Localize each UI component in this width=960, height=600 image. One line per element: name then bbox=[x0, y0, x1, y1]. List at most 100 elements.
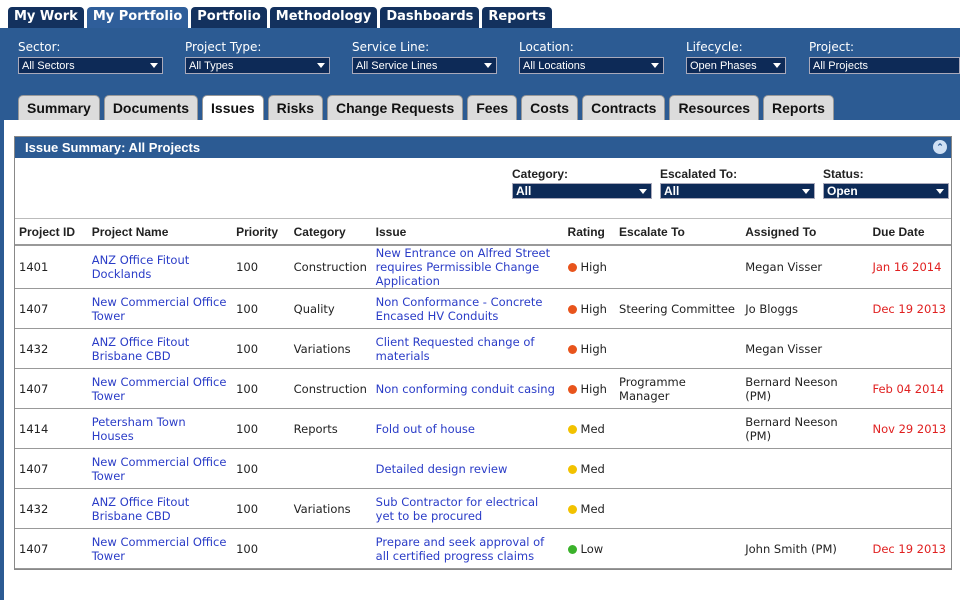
tab-documents[interactable]: Documents bbox=[103, 95, 199, 120]
dropdown-arrow-icon bbox=[639, 189, 647, 194]
issue-link[interactable]: Non conforming conduit casing bbox=[371, 368, 564, 409]
project-type-select[interactable]: All Types bbox=[185, 57, 330, 74]
due-date bbox=[868, 488, 951, 529]
table-row[interactable]: 1407 New Commercial Office Tower 100 Prepar… bbox=[15, 528, 951, 569]
col-header[interactable]: Project Name bbox=[87, 218, 233, 246]
category: Quality bbox=[289, 288, 372, 329]
project-name-link[interactable]: ANZ Office Fitout Brisbane CBD bbox=[87, 488, 233, 529]
service-line-label: Service Line: bbox=[352, 40, 430, 54]
tab-fees[interactable]: Fees bbox=[467, 95, 518, 120]
category: Construction bbox=[289, 368, 372, 409]
status-label: Status: bbox=[823, 167, 864, 181]
escalate-to bbox=[615, 488, 742, 529]
tab-issues[interactable]: Issues bbox=[202, 95, 264, 120]
tab-resources[interactable]: Resources bbox=[669, 95, 760, 120]
category-select[interactable]: All bbox=[512, 183, 652, 199]
project-id: 1414 bbox=[15, 408, 88, 449]
rating: Med bbox=[563, 408, 616, 449]
escalate-to bbox=[615, 408, 742, 449]
col-header[interactable]: Category bbox=[289, 218, 372, 246]
status-filter: Status: Open bbox=[823, 167, 949, 199]
project-id: 1432 bbox=[15, 328, 88, 369]
panel-header: Issue Summary: All Projects ⌃ bbox=[15, 137, 951, 158]
project-id: 1407 bbox=[15, 288, 88, 329]
rating-label: High bbox=[580, 381, 607, 396]
due-date: Dec 19 2013 bbox=[868, 528, 951, 569]
project-id: 1432 bbox=[15, 488, 88, 529]
dropdown-arrow-icon bbox=[651, 63, 659, 68]
issue-link[interactable]: Non Conformance - Concrete Encased HV Co… bbox=[371, 288, 564, 329]
issue-link[interactable]: Detailed design review bbox=[371, 448, 564, 489]
project-id: 1407 bbox=[15, 448, 88, 489]
col-header[interactable]: Assigned To bbox=[741, 218, 869, 246]
rating: Low bbox=[563, 528, 616, 569]
escalate-to bbox=[615, 448, 742, 489]
escalate-to: Steering Committee bbox=[615, 288, 742, 329]
rating: High bbox=[563, 288, 616, 329]
location-filter: Location: All Locations bbox=[519, 40, 664, 74]
table-row[interactable]: 1414 Petersham Town Houses 100 Reports Fold … bbox=[15, 408, 951, 449]
tab-risks[interactable]: Risks bbox=[267, 95, 323, 120]
project-select[interactable]: All Projects bbox=[809, 57, 960, 74]
col-header[interactable]: Priority bbox=[232, 218, 290, 246]
assigned-to: Bernard Neeson (PM) bbox=[741, 368, 869, 409]
tab-change-requests[interactable]: Change Requests bbox=[327, 95, 464, 120]
category: Variations bbox=[289, 328, 372, 369]
table-header-row: Project ID Project Name Priority Categor… bbox=[15, 218, 951, 246]
table-row[interactable]: 1407 New Commercial Office Tower 100 Detail… bbox=[15, 448, 951, 489]
col-header[interactable]: Escalate To bbox=[615, 218, 742, 246]
location-select[interactable]: All Locations bbox=[519, 57, 664, 74]
project-type-label: Project Type: bbox=[185, 40, 262, 54]
issue-link[interactable]: Client Requested change of materials bbox=[371, 328, 564, 369]
col-header[interactable]: Issue bbox=[371, 218, 564, 246]
due-date bbox=[868, 328, 951, 369]
service-line-filter: Service Line: All Service Lines bbox=[352, 40, 497, 74]
col-header[interactable]: Project ID bbox=[15, 218, 88, 246]
table-row[interactable]: 1432 ANZ Office Fitout Brisbane CBD 100 Var… bbox=[15, 328, 951, 369]
project-name-link[interactable]: New Commercial Office Tower bbox=[87, 528, 233, 569]
rating-dot-icon bbox=[567, 304, 577, 314]
nav-tab-my-portfolio[interactable]: My Portfolio bbox=[86, 7, 189, 28]
project-id: 1407 bbox=[15, 528, 88, 569]
project-name-link[interactable]: Petersham Town Houses bbox=[87, 408, 233, 449]
due-date: Dec 19 2013 bbox=[868, 288, 951, 329]
project-name-link[interactable]: ANZ Office Fitout Brisbane CBD bbox=[87, 328, 233, 369]
tab-reports[interactable]: Reports bbox=[763, 95, 834, 120]
sector-select[interactable]: All Sectors bbox=[18, 57, 163, 74]
project-name-link[interactable]: New Commercial Office Tower bbox=[87, 368, 233, 409]
sector-filter: Sector: All Sectors bbox=[18, 40, 163, 74]
service-line-select[interactable]: All Service Lines bbox=[352, 57, 497, 74]
collapse-icon[interactable]: ⌃ bbox=[933, 140, 947, 154]
tab-costs[interactable]: Costs bbox=[521, 95, 579, 120]
escalated-to-label: Escalated To: bbox=[660, 167, 738, 181]
table-row[interactable]: 1407 New Commercial Office Tower 100 Qualit… bbox=[15, 288, 951, 329]
nav-tab-methodology[interactable]: Methodology bbox=[269, 7, 378, 28]
project-name-link[interactable]: ANZ Office Fitout Docklands bbox=[87, 245, 233, 289]
issue-link[interactable]: Prepare and seek approval of all certifi… bbox=[371, 528, 564, 569]
table-row[interactable]: 1407 New Commercial Office Tower 100 Constr… bbox=[15, 368, 951, 409]
table-row[interactable]: 1432 ANZ Office Fitout Brisbane CBD 100 Var… bbox=[15, 488, 951, 529]
issue-link[interactable]: Sub Contractor for electrical yet to be … bbox=[371, 488, 564, 529]
nav-tab-my-work[interactable]: My Work bbox=[8, 7, 84, 28]
tab-contracts[interactable]: Contracts bbox=[582, 95, 666, 120]
escalated-to-select[interactable]: All bbox=[660, 183, 815, 199]
issue-link[interactable]: New Entrance on Alfred Street requires P… bbox=[371, 245, 564, 289]
issue-link[interactable]: Fold out of house bbox=[371, 408, 564, 449]
priority: 100 bbox=[232, 408, 290, 449]
lifecycle-select[interactable]: Open Phases bbox=[686, 57, 786, 74]
rating-label: Low bbox=[580, 541, 604, 556]
tab-summary[interactable]: Summary bbox=[18, 95, 100, 120]
project-name-link[interactable]: New Commercial Office Tower bbox=[87, 448, 233, 489]
nav-tab-portfolio[interactable]: Portfolio bbox=[191, 7, 267, 28]
table-row[interactable]: 1401 ANZ Office Fitout Docklands 100 Constr… bbox=[15, 245, 951, 289]
col-header[interactable]: Rating bbox=[563, 218, 616, 246]
rating: High bbox=[563, 245, 616, 289]
due-date bbox=[868, 448, 951, 489]
col-header[interactable]: Due Date bbox=[868, 218, 951, 246]
escalate-to bbox=[615, 245, 742, 289]
status-select[interactable]: Open bbox=[823, 183, 949, 199]
project-name-link[interactable]: New Commercial Office Tower bbox=[87, 288, 233, 329]
nav-tab-reports[interactable]: Reports bbox=[482, 7, 552, 28]
escalate-to bbox=[615, 528, 742, 569]
nav-tab-dashboards[interactable]: Dashboards bbox=[380, 7, 480, 28]
